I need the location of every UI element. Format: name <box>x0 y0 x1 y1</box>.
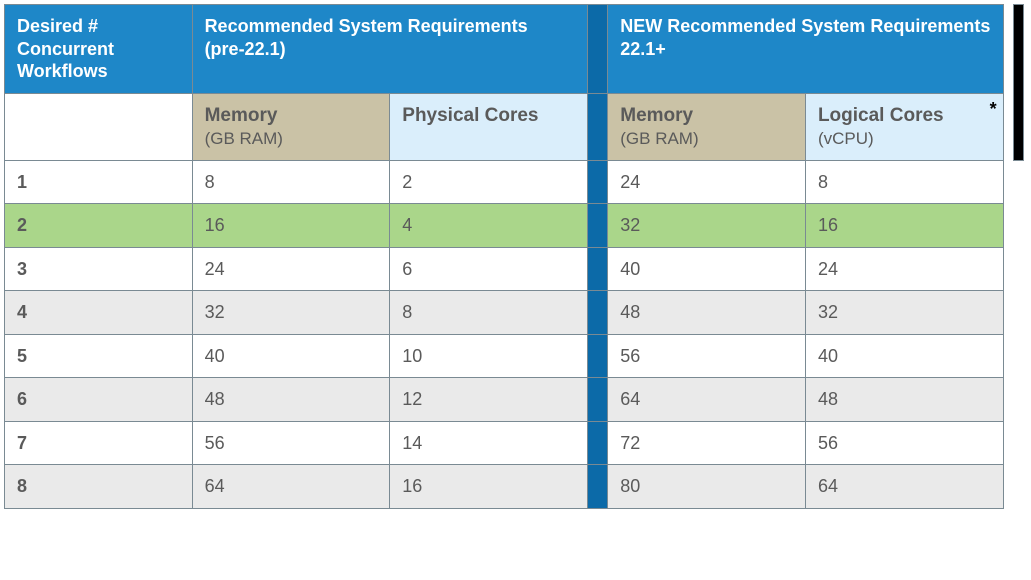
cell-old-cores: 14 <box>390 421 588 465</box>
table-row: 43284832 <box>5 291 1024 335</box>
cell-new-cores: 48 <box>805 378 1003 422</box>
cell-old-cores: 16 <box>390 465 588 509</box>
table-row: 864168064 <box>5 465 1024 509</box>
system-requirements-table: Desired # Concurrent Workflows Recommend… <box>4 4 1024 509</box>
cell-new-memory: 80 <box>608 465 806 509</box>
spacer-cell <box>587 334 607 378</box>
header-row-2: Memory (GB RAM) Physical Cores Memory (G… <box>5 93 1024 160</box>
cell-new-memory: 32 <box>608 204 806 248</box>
asterisk-icon: * <box>990 98 997 121</box>
cell-new-memory: 56 <box>608 334 806 378</box>
label-memory: Memory <box>205 105 278 126</box>
cell-old-memory: 40 <box>192 334 390 378</box>
cell-old-cores: 6 <box>390 247 588 291</box>
cell-old-cores: 10 <box>390 334 588 378</box>
label-physical-cores: Physical Cores <box>402 105 538 126</box>
label-logical-cores: Logical Cores <box>818 105 944 126</box>
cell-old-memory: 16 <box>192 204 390 248</box>
label-memory-unit-2: (GB RAM) <box>620 129 698 148</box>
table-body: 1822482164321632464024432848325401056406… <box>5 160 1024 508</box>
header-old-group: Recommended System Requirements (pre-22.… <box>192 5 587 94</box>
label-memory-2: Memory <box>620 105 693 126</box>
spacer-cell <box>587 160 607 204</box>
table-row: 21643216 <box>5 204 1024 248</box>
cell-new-memory: 24 <box>608 160 806 204</box>
cell-new-cores: 64 <box>805 465 1003 509</box>
cell-new-cores: 8 <box>805 160 1003 204</box>
cell-old-memory: 32 <box>192 291 390 335</box>
cell-new-memory: 40 <box>608 247 806 291</box>
spacer-row2 <box>587 93 607 160</box>
label-memory-unit: (GB RAM) <box>205 129 283 148</box>
cell-new-cores: 40 <box>805 334 1003 378</box>
cell-old-cores: 8 <box>390 291 588 335</box>
header-spacer-1 <box>587 5 607 94</box>
header-empty-cell <box>5 93 193 160</box>
side-gap <box>1003 5 1013 161</box>
cell-workflows: 3 <box>5 247 193 291</box>
cell-workflows: 2 <box>5 204 193 248</box>
cell-workflows: 1 <box>5 160 193 204</box>
label-logical-unit: (vCPU) <box>818 129 874 148</box>
table-row: 540105640 <box>5 334 1024 378</box>
cell-new-cores: 24 <box>805 247 1003 291</box>
cell-old-cores: 12 <box>390 378 588 422</box>
cell-new-memory: 48 <box>608 291 806 335</box>
cell-workflows: 5 <box>5 334 193 378</box>
table-row: 32464024 <box>5 247 1024 291</box>
table-row: 182248 <box>5 160 1024 204</box>
side-black-bar <box>1013 5 1023 161</box>
cell-workflows: 7 <box>5 421 193 465</box>
cell-workflows: 8 <box>5 465 193 509</box>
cell-new-memory: 72 <box>608 421 806 465</box>
cell-old-cores: 2 <box>390 160 588 204</box>
spacer-cell <box>587 465 607 509</box>
cell-new-cores: 56 <box>805 421 1003 465</box>
table-row: 648126448 <box>5 378 1024 422</box>
cell-workflows: 4 <box>5 291 193 335</box>
spacer-cell <box>587 291 607 335</box>
header-old-memory: Memory (GB RAM) <box>192 93 390 160</box>
cell-old-memory: 24 <box>192 247 390 291</box>
cell-old-memory: 56 <box>192 421 390 465</box>
header-new-group: NEW Recommended System Requirements 22.1… <box>608 5 1003 94</box>
spacer-cell <box>587 421 607 465</box>
cell-old-cores: 4 <box>390 204 588 248</box>
table-row: 756147256 <box>5 421 1024 465</box>
header-row-1: Desired # Concurrent Workflows Recommend… <box>5 5 1024 94</box>
header-new-memory: Memory (GB RAM) <box>608 93 806 160</box>
spacer-cell <box>587 204 607 248</box>
cell-old-memory: 8 <box>192 160 390 204</box>
cell-workflows: 6 <box>5 378 193 422</box>
header-workflows: Desired # Concurrent Workflows <box>5 5 193 94</box>
cell-new-cores: 16 <box>805 204 1003 248</box>
header-logical-cores: Logical Cores (vCPU) * <box>805 93 1003 160</box>
cell-new-cores: 32 <box>805 291 1003 335</box>
spacer-cell <box>587 247 607 291</box>
cell-new-memory: 64 <box>608 378 806 422</box>
cell-old-memory: 48 <box>192 378 390 422</box>
header-physical-cores: Physical Cores <box>390 93 588 160</box>
spacer-cell <box>587 378 607 422</box>
cell-old-memory: 64 <box>192 465 390 509</box>
